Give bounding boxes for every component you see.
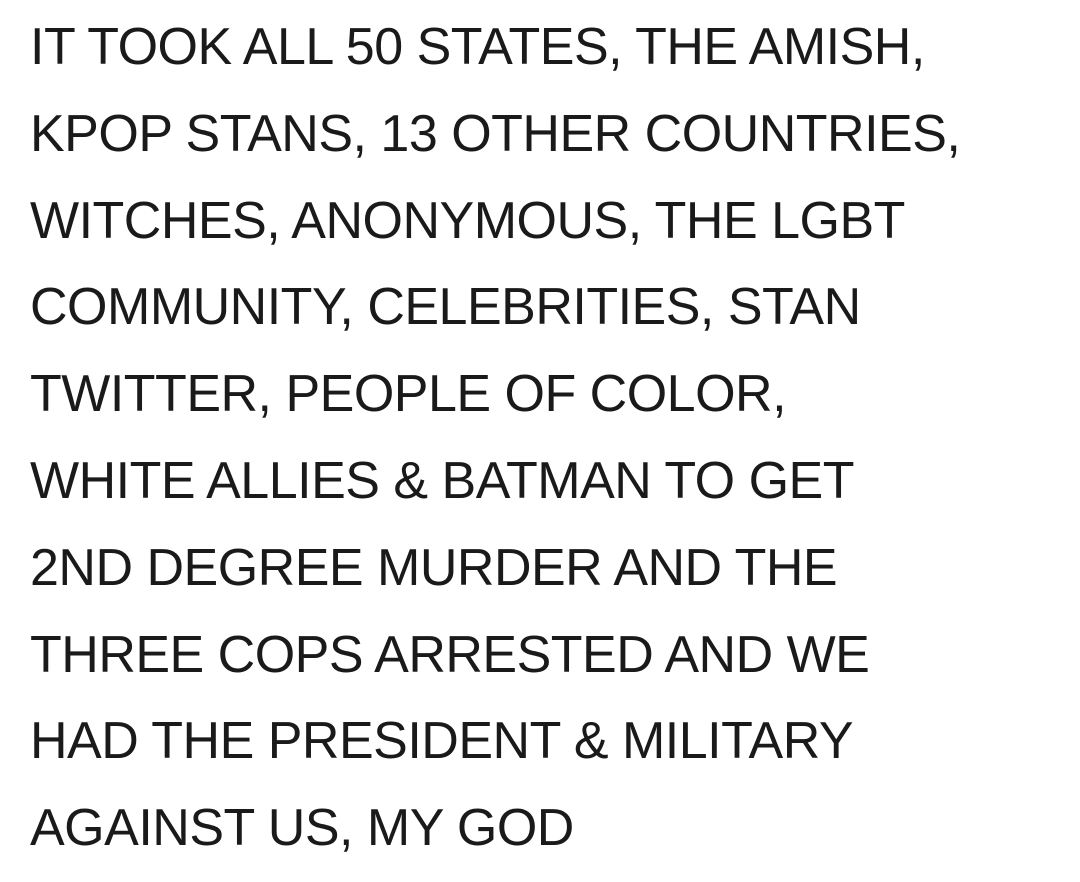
text-line: HAD THE PRESIDENT & MILITARY: [30, 712, 854, 771]
post-text: IT TOOK ALL 50 STATES, THE AMISH, KPOP S…: [30, 4, 1070, 872]
text-line: KPOP STANS, 13 OTHER COUNTRIES,: [30, 104, 961, 163]
text-line: WHITE ALLIES & BATMAN TO GET: [30, 451, 854, 510]
text-line: TWITTER, PEOPLE OF COLOR,: [30, 365, 787, 424]
text-line: 2ND DEGREE MURDER AND THE: [30, 538, 838, 597]
text-line: THREE COPS ARRESTED AND WE: [30, 625, 870, 684]
text-line: WITCHES, ANONYMOUS, THE LGBT: [30, 191, 905, 250]
text-line: AGAINST US, MY GOD: [30, 799, 574, 858]
text-line: IT TOOK ALL 50 STATES, THE AMISH,: [30, 18, 925, 76]
text-line: COMMUNITY, CELEBRITIES, STAN: [30, 278, 861, 337]
